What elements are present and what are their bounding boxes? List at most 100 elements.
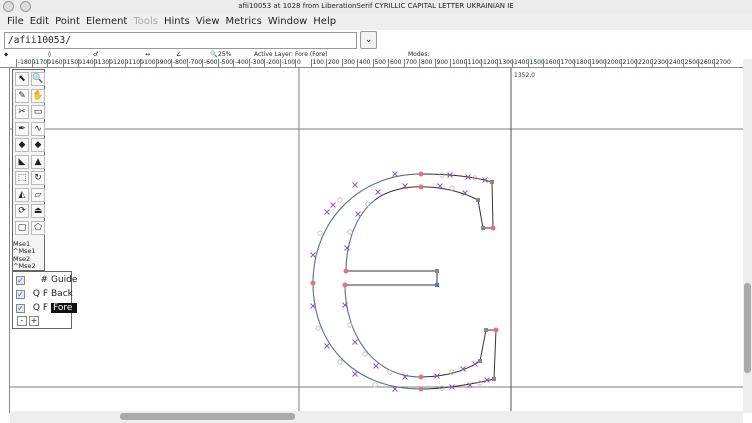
curve-point-tool-icon[interactable]: ◆ bbox=[15, 138, 29, 152]
on-curve-point[interactable] bbox=[310, 280, 316, 286]
glyph-canvas[interactable]: 1352,0 bbox=[10, 68, 743, 411]
ruler-tick-label: 700 bbox=[403, 59, 417, 67]
layer-visible-checkbox[interactable]: ✓ bbox=[16, 303, 25, 313]
control-point[interactable] bbox=[352, 339, 358, 345]
knife-tool-icon[interactable]: ✂ bbox=[15, 105, 29, 119]
menu-point[interactable]: Point bbox=[52, 13, 83, 30]
corner-point-tool-icon[interactable]: ◣ bbox=[15, 154, 29, 169]
interpolated-point[interactable] bbox=[317, 230, 323, 236]
glyph-dropdown-button[interactable]: ⌄ bbox=[360, 31, 377, 49]
interpolated-point[interactable] bbox=[315, 325, 321, 331]
corner-point[interactable] bbox=[435, 269, 439, 273]
menu-bar: File Edit Point Element Tools Hints View Metric… bbox=[0, 13, 752, 30]
scale-tool-icon[interactable]: ⬚ bbox=[15, 171, 29, 185]
layer-back[interactable]: ✓ Q F Back bbox=[16, 288, 73, 300]
glyph-name-input[interactable]: /afii10053/ bbox=[4, 32, 357, 49]
active-layer: Active Layer: Fore (Fore) bbox=[254, 51, 328, 58]
interpolated-point[interactable] bbox=[477, 380, 483, 386]
perspective-tool-icon[interactable]: ⏏ bbox=[31, 204, 45, 218]
control-point[interactable] bbox=[344, 245, 350, 251]
corner-point[interactable] bbox=[490, 180, 494, 184]
interpolated-point[interactable] bbox=[449, 185, 455, 191]
minimize-button[interactable] bbox=[20, 1, 31, 12]
menu-edit[interactable]: Edit bbox=[27, 13, 52, 30]
start-point[interactable] bbox=[435, 283, 439, 287]
layer-visible-checkbox[interactable]: ✓ bbox=[16, 289, 25, 299]
menu-help[interactable]: Help bbox=[310, 13, 339, 30]
on-curve-point[interactable] bbox=[493, 327, 499, 333]
ruler-tick-label: 800 bbox=[419, 59, 433, 67]
control-point[interactable] bbox=[355, 211, 361, 217]
spiro-tool-icon[interactable]: ∿ bbox=[31, 121, 45, 136]
interpolated-point[interactable] bbox=[347, 229, 353, 235]
scroll-tool-icon[interactable]: ✋ bbox=[31, 88, 45, 103]
on-curve-point[interactable] bbox=[343, 268, 349, 274]
interpolated-point[interactable] bbox=[362, 351, 368, 357]
interpolated-point[interactable] bbox=[337, 197, 343, 203]
horizontal-scrollbar[interactable] bbox=[10, 411, 743, 423]
zoom-level: 25% bbox=[218, 51, 232, 58]
skew-tool-icon[interactable]: ▱ bbox=[31, 187, 45, 202]
control-point[interactable] bbox=[352, 182, 358, 188]
vertical-scrollbar[interactable] bbox=[743, 59, 752, 413]
menu-element[interactable]: Element bbox=[83, 13, 130, 30]
on-curve-point[interactable] bbox=[418, 386, 424, 392]
rotate-tool-icon[interactable]: ↻ bbox=[31, 171, 45, 185]
menu-window[interactable]: Window bbox=[265, 13, 310, 30]
pointer-tool-icon[interactable]: ⬉ bbox=[15, 72, 29, 86]
control-point[interactable] bbox=[373, 363, 379, 369]
ruler-tool-icon[interactable]: ▭ bbox=[31, 105, 45, 119]
ctrl-mouse1-label: ^Mse1 bbox=[13, 247, 36, 255]
control-point[interactable] bbox=[352, 371, 358, 377]
ctrl-mouse2-label: ^Mse2 bbox=[13, 262, 36, 270]
layer-fore[interactable]: ✓ Q F Fore bbox=[16, 302, 77, 314]
ruler-tick-label: -900 bbox=[155, 59, 172, 67]
tangent-point-tool-icon[interactable]: ▲ bbox=[31, 154, 45, 169]
menu-view[interactable]: View bbox=[193, 13, 223, 30]
on-curve-point[interactable] bbox=[490, 225, 496, 231]
control-point[interactable] bbox=[462, 190, 468, 196]
control-point[interactable] bbox=[330, 202, 336, 208]
menu-metrics[interactable]: Metrics bbox=[223, 13, 265, 30]
layer-guide[interactable]: ✓ # Guide bbox=[16, 274, 77, 286]
vertical-scroll-thumb[interactable] bbox=[744, 283, 751, 373]
polygon-tool-icon[interactable]: ⬠ bbox=[31, 220, 45, 235]
advance-width-label: 1352,0 bbox=[514, 72, 535, 79]
control-point[interactable] bbox=[310, 252, 316, 258]
menu-hints[interactable]: Hints bbox=[161, 13, 193, 30]
layer-name: Back bbox=[51, 289, 73, 299]
pen-tool-icon[interactable]: ✒ bbox=[15, 121, 29, 136]
corner-point[interactable] bbox=[476, 198, 480, 202]
control-point[interactable] bbox=[324, 343, 330, 349]
corner-point[interactable] bbox=[492, 377, 496, 381]
flip-tool-icon[interactable]: ◭ bbox=[15, 187, 29, 202]
layer-flags: # bbox=[40, 275, 48, 285]
layer-flags: Q F bbox=[32, 303, 48, 313]
layer-visible-checkbox[interactable]: ✓ bbox=[16, 275, 25, 285]
menu-file[interactable]: File bbox=[4, 13, 27, 30]
horizontal-scroll-thumb[interactable] bbox=[120, 413, 295, 420]
rectangle-tool-icon[interactable]: ▢ bbox=[15, 220, 29, 235]
remove-layer-button[interactable]: - bbox=[17, 316, 27, 326]
freehand-tool-icon[interactable]: ✎ bbox=[15, 88, 29, 103]
ruler-tick-label: 0 bbox=[295, 59, 301, 67]
control-point[interactable] bbox=[375, 189, 381, 195]
hv-curve-point-tool-icon[interactable]: ◆ bbox=[31, 138, 45, 152]
corner-point[interactable] bbox=[484, 328, 488, 332]
glyph-outline[interactable] bbox=[312, 173, 497, 390]
on-curve-point[interactable] bbox=[418, 171, 424, 177]
control-point[interactable] bbox=[324, 209, 330, 215]
interpolated-point[interactable] bbox=[337, 359, 343, 365]
add-layer-button[interactable]: + bbox=[29, 316, 39, 326]
corner-point[interactable] bbox=[481, 226, 485, 230]
corner-point[interactable] bbox=[478, 359, 482, 363]
on-curve-point[interactable] bbox=[342, 282, 348, 288]
control-point[interactable] bbox=[472, 361, 478, 367]
magnify-tool-icon[interactable]: 🔍 bbox=[31, 72, 45, 86]
layer-flags: Q F bbox=[32, 289, 48, 299]
3d-rotate-tool-icon[interactable]: ⟳ bbox=[15, 204, 29, 218]
on-curve-point[interactable] bbox=[418, 374, 424, 380]
ruler-tick-label: 400 bbox=[357, 59, 371, 67]
control-point[interactable] bbox=[392, 171, 398, 177]
on-curve-point[interactable] bbox=[418, 184, 424, 190]
